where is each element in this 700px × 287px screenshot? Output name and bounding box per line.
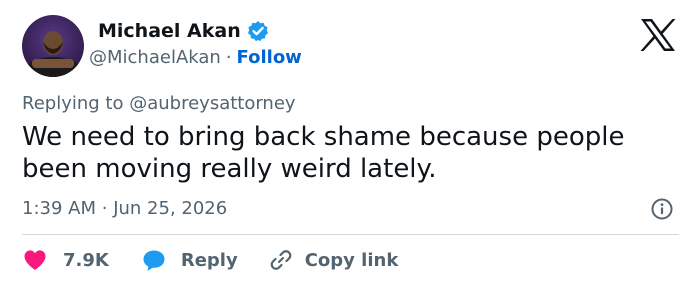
tweet-time: 1:39 AM <box>22 198 96 219</box>
actions-bar: 7.9K Reply Copy link <box>22 246 398 274</box>
handle-separator: · <box>225 47 232 68</box>
follow-button[interactable]: Follow <box>237 47 302 68</box>
verified-badge-icon <box>247 20 269 42</box>
avatar[interactable] <box>22 15 84 77</box>
tweet-text: We need to bring back shame because peop… <box>22 122 625 184</box>
replying-to: Replying to @aubreysattorney <box>22 93 296 114</box>
tweet-timestamp[interactable]: 1:39 AM · Jun 25, 2026 <box>22 198 227 219</box>
author-name-row: Michael Akan <box>98 20 269 42</box>
x-logo-icon[interactable] <box>639 18 677 52</box>
tweet-date: Jun 25, 2026 <box>113 198 228 219</box>
link-icon <box>268 247 294 273</box>
reply-label: Reply <box>180 249 238 271</box>
copy-link-button[interactable]: Copy link <box>268 247 399 273</box>
replying-to-prefix: Replying to <box>22 93 124 114</box>
info-icon[interactable] <box>650 197 674 221</box>
author-display-name[interactable]: Michael Akan <box>98 20 241 42</box>
reply-bubble-icon <box>141 247 167 273</box>
replying-to-handle[interactable]: @aubreysattorney <box>129 93 295 114</box>
author-handle[interactable]: @MichaelAkan <box>89 47 221 68</box>
like-button[interactable]: 7.9K <box>22 247 109 273</box>
timestamp-separator: · <box>101 198 108 219</box>
author-handle-row: @MichaelAkan · Follow <box>89 47 302 68</box>
divider <box>22 234 679 235</box>
reply-button[interactable]: Reply <box>141 247 238 273</box>
heart-icon <box>22 247 48 273</box>
copy-link-label: Copy link <box>304 249 399 271</box>
like-count: 7.9K <box>63 249 109 271</box>
